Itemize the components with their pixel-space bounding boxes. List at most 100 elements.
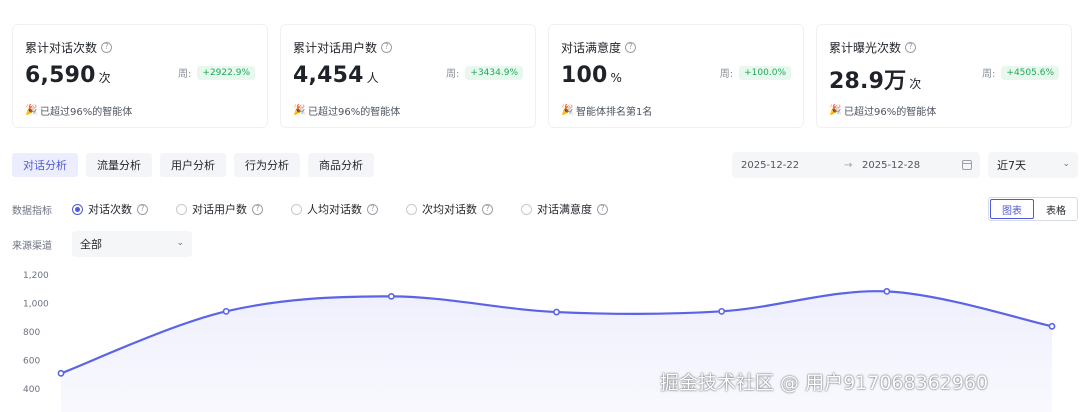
week-change: 周: +2922.9% bbox=[178, 65, 255, 80]
footnote-text: 已超过96%的智能体 bbox=[40, 107, 133, 118]
week-change: 周: +100.0% bbox=[720, 65, 791, 80]
change-badge: +2922.9% bbox=[197, 65, 255, 80]
data-point[interactable] bbox=[1048, 322, 1056, 330]
help-circle-icon[interactable]: ? bbox=[101, 41, 113, 53]
radio-label: 对话满意度 bbox=[537, 203, 592, 216]
data-point[interactable] bbox=[883, 287, 891, 295]
tab-behavior-analysis[interactable]: 行为分析 bbox=[234, 153, 300, 177]
week-label: 周: bbox=[178, 69, 192, 80]
card-title: 对话满意度 bbox=[561, 40, 622, 55]
radio-label: 人均对话数 bbox=[307, 203, 362, 216]
source-value: 全部 bbox=[80, 238, 102, 251]
help-circle-icon[interactable]: ? bbox=[367, 203, 378, 215]
y-tick-label: 1,200 bbox=[23, 271, 49, 281]
card-title: 累计对话次数 bbox=[25, 40, 98, 55]
data-point[interactable] bbox=[57, 369, 65, 377]
footnote-text: 已超过96%的智能体 bbox=[844, 107, 937, 118]
data-point[interactable] bbox=[718, 307, 726, 315]
chevron-down-icon: ⌄ bbox=[176, 238, 184, 248]
radio-button[interactable] bbox=[291, 203, 302, 215]
card-unit: 次 bbox=[909, 77, 922, 91]
stat-card-conversations: 累计对话次数 ? 6,590 次 周: +2922.9% 🎉 已超过96%的智能… bbox=[12, 24, 268, 128]
help-circle-icon[interactable]: ? bbox=[381, 41, 393, 53]
card-footnote: 🎉 已超过96%的智能体 bbox=[25, 103, 132, 118]
radio-avg-per-session[interactable]: 次均对话数 ? bbox=[406, 201, 493, 217]
date-end[interactable]: 2025-12-28 bbox=[862, 160, 920, 171]
stat-cards: 累计对话次数 ? 6,590 次 周: +2922.9% 🎉 已超过96%的智能… bbox=[12, 24, 1072, 128]
y-axis: 1,200 1,000 800 600 400 bbox=[23, 271, 49, 395]
source-label: 来源渠道 bbox=[12, 241, 52, 252]
y-tick-label: 800 bbox=[23, 328, 40, 338]
chart-view-button[interactable]: 图表 bbox=[990, 199, 1034, 219]
party-popper-icon: 🎉 bbox=[829, 105, 842, 116]
radio-conversation-users[interactable]: 对话用户数 ? bbox=[176, 201, 263, 217]
radio-button[interactable] bbox=[176, 203, 187, 215]
stat-card-satisfaction: 对话满意度 ? 100 % 周: +100.0% 🎉 智能体排名第1名 bbox=[548, 24, 804, 128]
change-badge: +100.0% bbox=[739, 65, 791, 80]
card-unit: % bbox=[610, 71, 622, 85]
card-footnote: 🎉 已超过96%的智能体 bbox=[293, 103, 400, 118]
tab-traffic-analysis[interactable]: 流量分析 bbox=[86, 153, 152, 177]
radio-avg-per-user[interactable]: 人均对话数 ? bbox=[291, 201, 378, 217]
card-footnote: 🎉 智能体排名第1名 bbox=[561, 103, 652, 118]
party-popper-icon: 🎉 bbox=[25, 105, 38, 116]
watermark-text: 掘金技术社区 @ 用户917068362960 bbox=[660, 372, 989, 394]
footnote-text: 已超过96%的智能体 bbox=[308, 107, 401, 118]
y-tick-label: 600 bbox=[23, 357, 40, 367]
tab-user-analysis[interactable]: 用户分析 bbox=[160, 153, 226, 177]
card-value: 28.9万 bbox=[829, 69, 907, 94]
card-footnote: 🎉 已超过96%的智能体 bbox=[829, 103, 936, 118]
data-point[interactable] bbox=[222, 307, 230, 315]
arrow-right-icon: → bbox=[844, 159, 853, 171]
metric-selector: 数据指标 对话次数 ? 对话用户数 ? 人均对话数 ? 次均对话数 ? 对话满意… bbox=[12, 200, 712, 218]
chevron-down-icon: ⌄ bbox=[1062, 159, 1070, 169]
radio-button[interactable] bbox=[406, 203, 417, 215]
card-unit: 次 bbox=[98, 71, 111, 85]
radio-label: 对话用户数 bbox=[192, 203, 247, 216]
tab-product-analysis[interactable]: 商品分析 bbox=[308, 153, 374, 177]
date-start[interactable]: 2025-12-22 bbox=[741, 160, 799, 171]
table-view-button[interactable]: 表格 bbox=[1035, 198, 1077, 220]
change-badge: +3434.9% bbox=[465, 65, 523, 80]
data-point[interactable] bbox=[553, 308, 560, 316]
card-value: 100 bbox=[561, 63, 608, 88]
y-tick-label: 400 bbox=[23, 385, 40, 395]
stat-card-exposure: 累计曝光次数 ? 28.9万 次 周: +4505.6% 🎉 已超过96%的智能… bbox=[816, 24, 1072, 128]
radio-button[interactable] bbox=[72, 203, 83, 215]
help-circle-icon[interactable]: ? bbox=[252, 203, 263, 215]
tab-conversation-analysis[interactable]: 对话分析 bbox=[12, 153, 78, 177]
radio-conversations[interactable]: 对话次数 ? bbox=[72, 201, 148, 217]
y-tick-label: 1,000 bbox=[23, 300, 49, 310]
radio-button[interactable] bbox=[521, 203, 532, 215]
radio-label: 对话次数 bbox=[88, 203, 132, 216]
card-title: 累计对话用户数 bbox=[293, 40, 378, 55]
card-title: 累计曝光次数 bbox=[829, 40, 902, 55]
week-change: 周: +4505.6% bbox=[982, 65, 1059, 80]
card-value: 4,454 bbox=[293, 63, 364, 88]
calendar-icon[interactable] bbox=[962, 160, 972, 170]
radio-satisfaction[interactable]: 对话满意度 ? bbox=[521, 201, 608, 217]
card-unit: 人 bbox=[366, 71, 379, 85]
radio-label: 次均对话数 bbox=[422, 203, 477, 216]
data-point[interactable] bbox=[387, 292, 395, 300]
party-popper-icon: 🎉 bbox=[293, 105, 306, 116]
range-preset-select[interactable]: 近7天 ⌄ bbox=[988, 152, 1078, 178]
week-change: 周: +3434.9% bbox=[446, 65, 523, 80]
source-channel-select[interactable]: 全部 ⌄ bbox=[72, 231, 192, 257]
metric-label: 数据指标 bbox=[12, 206, 52, 217]
date-range-picker[interactable]: 2025-12-22 → 2025-12-28 bbox=[732, 152, 980, 178]
view-toggle: 图表 表格 bbox=[988, 197, 1078, 221]
card-value: 6,590 bbox=[25, 63, 96, 88]
help-circle-icon[interactable]: ? bbox=[597, 203, 608, 215]
range-preset-value: 近7天 bbox=[997, 159, 1026, 172]
week-label: 周: bbox=[446, 69, 460, 80]
footnote-text: 智能体排名第1名 bbox=[576, 107, 653, 118]
help-circle-icon[interactable]: ? bbox=[482, 203, 493, 215]
help-circle-icon[interactable]: ? bbox=[625, 41, 637, 53]
help-circle-icon[interactable]: ? bbox=[905, 41, 917, 53]
stat-card-users: 累计对话用户数 ? 4,454 人 周: +3434.9% 🎉 已超过96%的智… bbox=[280, 24, 536, 128]
party-popper-icon: 🎉 bbox=[561, 105, 574, 116]
week-label: 周: bbox=[719, 69, 734, 80]
help-circle-icon[interactable]: ? bbox=[137, 203, 148, 215]
analysis-tabs: 对话分析 流量分析 用户分析 行为分析 商品分析 bbox=[12, 153, 374, 177]
